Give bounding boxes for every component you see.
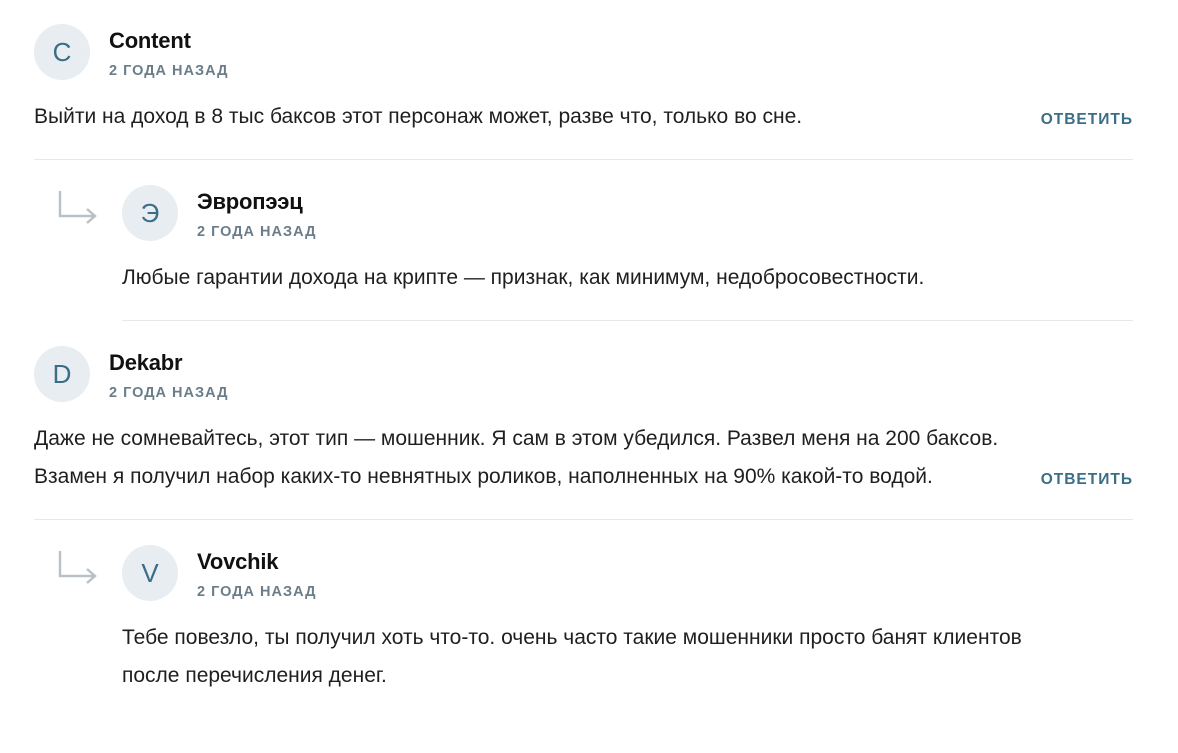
reply-arrow-icon xyxy=(58,551,97,584)
comment-body: Тебе повезло, ты получил хоть что-то. оч… xyxy=(122,622,1133,695)
comment-text: Тебе повезло, ты получил хоть что-то. оч… xyxy=(122,626,1022,687)
comment-author: Dekabr xyxy=(109,350,183,375)
comment-time: 2 ГОДА НАЗАД xyxy=(109,385,229,401)
comment-text: Любые гарантии дохода на крипте — призна… xyxy=(122,266,925,289)
comment-header: Э Эвропээц 2 ГОДА НАЗАД xyxy=(122,185,1133,243)
reply-comment: Э Эвропээц 2 ГОДА НАЗАД Любые гарантии д… xyxy=(58,185,1133,321)
comment-text: Выйти на доход в 8 тыс баксов этот персо… xyxy=(34,105,803,128)
comment-meta: Vovchik 2 ГОДА НАЗАД xyxy=(197,545,316,600)
avatar: D xyxy=(34,346,90,402)
comment-header: D Dekabr 2 ГОДА НАЗАД xyxy=(34,346,1133,404)
avatar: Э xyxy=(122,185,178,241)
avatar: C xyxy=(34,24,90,80)
comment-time: 2 ГОДА НАЗАД xyxy=(197,224,317,240)
comment: C Content 2 ГОДА НАЗАД Выйти на доход в … xyxy=(34,24,1133,136)
divider xyxy=(34,519,1133,520)
comment-header: V Vovchik 2 ГОДА НАЗАД xyxy=(122,545,1133,603)
comment-body: Даже не сомневайтесь, этот тип — мошенни… xyxy=(34,423,1133,496)
comment-header: C Content 2 ГОДА НАЗАД xyxy=(34,24,1133,82)
comment-author: Эвропээц xyxy=(197,189,303,214)
avatar: V xyxy=(122,545,178,601)
reply-arrow-icon xyxy=(58,191,97,224)
comment-meta: Dekabr 2 ГОДА НАЗАД xyxy=(109,346,228,401)
comment-author: Vovchik xyxy=(197,549,279,574)
comment: D Dekabr 2 ГОДА НАЗАД Даже не сомневайте… xyxy=(34,346,1133,496)
comment-time: 2 ГОДА НАЗАД xyxy=(109,63,229,79)
divider xyxy=(34,159,1133,160)
reply-button[interactable]: ОТВЕТИТЬ xyxy=(1041,111,1133,136)
comment-body: Выйти на доход в 8 тыс баксов этот персо… xyxy=(34,101,1133,136)
divider xyxy=(122,320,1133,321)
comment-text: Даже не сомневайтесь, этот тип — мошенни… xyxy=(34,427,999,488)
reply-button[interactable]: ОТВЕТИТЬ xyxy=(1041,471,1133,496)
comment-meta: Content 2 ГОДА НАЗАД xyxy=(109,24,228,79)
comment-meta: Эвропээц 2 ГОДА НАЗАД xyxy=(197,185,316,240)
comment-body: Любые гарантии дохода на крипте — призна… xyxy=(122,262,1133,297)
comments-list: C Content 2 ГОДА НАЗАД Выйти на доход в … xyxy=(34,24,1133,695)
comment-time: 2 ГОДА НАЗАД xyxy=(197,584,317,600)
comment-author: Content xyxy=(109,28,191,53)
reply-comment: V Vovchik 2 ГОДА НАЗАД Тебе повезло, ты … xyxy=(58,545,1133,695)
